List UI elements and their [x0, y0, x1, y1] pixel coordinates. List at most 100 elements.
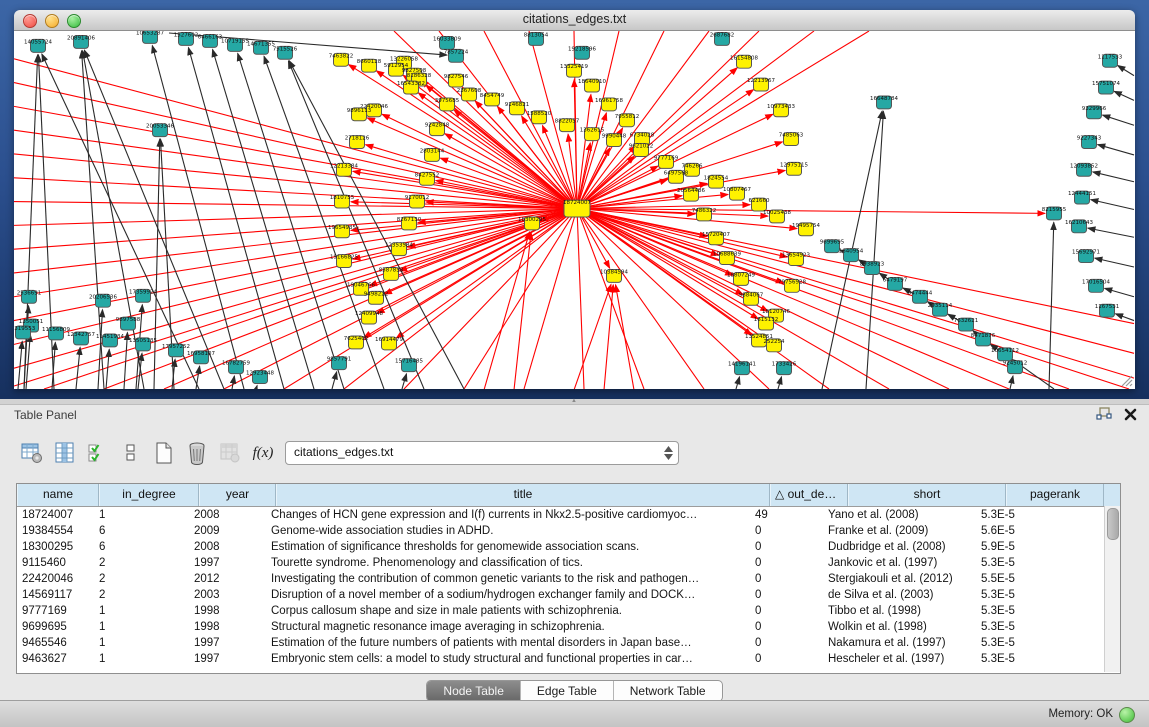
- network-view[interactable]: 1872400714055724208914061065328715276026…: [14, 31, 1135, 389]
- table-row[interactable]: 946554611997Estimation of the future num…: [17, 635, 1120, 651]
- table-row[interactable]: 911546021997Tourette syndrome. Phenomeno…: [17, 555, 1120, 571]
- graph-edge[interactable]: [1088, 228, 1134, 237]
- graph-node-label: 1810755: [330, 195, 354, 201]
- graph-edge[interactable]: [14, 59, 577, 209]
- graph-edge[interactable]: [577, 209, 1069, 389]
- graph-node-label: 2935114: [928, 303, 953, 309]
- graph-edge[interactable]: [14, 130, 577, 208]
- table-cell: 5.3E-5: [976, 635, 1069, 651]
- graph-edge[interactable]: [1093, 172, 1134, 182]
- table-row[interactable]: 1830029562008Estimation of significance …: [17, 539, 1120, 555]
- vertical-scrollbar[interactable]: [1104, 506, 1120, 672]
- close-panel-icon[interactable]: [1124, 408, 1137, 421]
- table-cell: 1997: [189, 651, 261, 667]
- graph-edge[interactable]: [238, 53, 344, 389]
- table-cell: 2008: [189, 539, 261, 555]
- graph-edge[interactable]: [866, 111, 883, 389]
- column-header[interactable]: pagerank: [1006, 484, 1104, 506]
- graph-node-label: 10973433: [767, 104, 795, 110]
- graph-edge[interactable]: [1118, 65, 1134, 75]
- graph-node-label: 8454749: [480, 93, 505, 99]
- graph-edge[interactable]: [154, 139, 160, 389]
- graph-edge[interactable]: [1010, 376, 1013, 389]
- graph-node-label: 18640910: [578, 79, 606, 85]
- graph-edge[interactable]: [1114, 91, 1134, 100]
- table-cell: 9115460: [17, 555, 94, 571]
- table-row[interactable]: 1872400712008Changes of HCN gene express…: [17, 507, 1120, 523]
- table-row[interactable]: 1456911722003Disruption of a novel membe…: [17, 587, 1120, 603]
- graph-node-label: 17016504: [1082, 279, 1110, 285]
- table-cell: Yano et al. (2008): [823, 507, 976, 523]
- tab-edge-table[interactable]: Edge Table: [521, 681, 614, 701]
- tab-network-table[interactable]: Network Table: [614, 681, 722, 701]
- graph-edge[interactable]: [256, 386, 257, 389]
- graph-edge[interactable]: [736, 377, 740, 389]
- table-select-dropdown[interactable]: citations_edges.txt: [285, 441, 679, 465]
- graph-edge[interactable]: [577, 209, 584, 389]
- graph-node-label: 9897588: [116, 317, 141, 323]
- delete-table-icon[interactable]: [218, 441, 242, 465]
- graph-edge[interactable]: [14, 154, 577, 209]
- column-header[interactable]: △ out_de…: [770, 484, 848, 506]
- dropdown-spinner-icon[interactable]: [662, 444, 674, 461]
- graph-edge[interactable]: [577, 209, 1129, 389]
- graph-edge[interactable]: [616, 285, 634, 389]
- graph-edge[interactable]: [1105, 288, 1134, 296]
- table-cell: 18724007: [17, 507, 94, 523]
- table-cell: Structural magnetic resonance image aver…: [261, 619, 750, 635]
- table-cell: 1998: [189, 603, 261, 619]
- memory-indicator-icon: [1119, 707, 1135, 723]
- graph-edge[interactable]: [1115, 314, 1134, 321]
- graph-edge[interactable]: [396, 209, 577, 339]
- column-header[interactable]: name: [17, 484, 99, 506]
- table-cell: 22420046: [17, 571, 94, 587]
- graph-node-label: 9827546: [444, 74, 469, 80]
- new-column-icon[interactable]: [152, 441, 176, 465]
- table-row[interactable]: 1938455462009Genome-wide association stu…: [17, 523, 1120, 539]
- function-builder-icon[interactable]: f(x): [251, 441, 275, 465]
- resize-grip-icon[interactable]: [1119, 373, 1133, 387]
- table-row[interactable]: 2242004622012Investigating the contribut…: [17, 571, 1120, 587]
- float-panel-icon[interactable]: [1096, 407, 1112, 421]
- graph-edge[interactable]: [152, 46, 244, 389]
- graph-node-label: 79756928: [778, 279, 806, 285]
- table-mode-icon[interactable]: [20, 441, 44, 465]
- graph-edge[interactable]: [778, 377, 782, 389]
- graph-edge[interactable]: [106, 349, 109, 389]
- graph-edge[interactable]: [1098, 145, 1134, 155]
- table-cell: 2003: [189, 587, 261, 603]
- tab-node-table[interactable]: Node Table: [427, 681, 521, 701]
- scrollbar-thumb[interactable]: [1107, 508, 1119, 540]
- graph-edge[interactable]: [18, 341, 22, 389]
- table-row[interactable]: 977716911998Corpus callosum shape and si…: [17, 603, 1120, 619]
- network-desktop: citations_edges.txt 18724007140557242089…: [0, 0, 1149, 399]
- column-header[interactable]: title: [276, 484, 770, 506]
- graph-node-label: 1615132: [754, 317, 778, 323]
- graph-node-label: 9170012: [405, 195, 429, 201]
- graph-edge[interactable]: [1095, 258, 1134, 267]
- table-cell: 18300295: [17, 539, 94, 555]
- table-cell: Jankovic et al. (1997): [823, 555, 976, 571]
- table-row[interactable]: 946362711997Embryonic stem cells: a mode…: [17, 651, 1120, 667]
- table-cell: 1: [94, 507, 189, 523]
- row-height-icon[interactable]: [119, 441, 143, 465]
- column-header[interactable]: year: [199, 484, 276, 506]
- graph-edge[interactable]: [332, 372, 337, 389]
- graph-edge[interactable]: [1091, 200, 1134, 210]
- table-row[interactable]: 969969511998Structural magnetic resonanc…: [17, 619, 1120, 635]
- table-cell: 5.3E-5: [976, 651, 1069, 667]
- network-window-titlebar[interactable]: citations_edges.txt: [14, 10, 1135, 31]
- show-columns-icon[interactable]: [53, 441, 77, 465]
- graph-edge[interactable]: [577, 31, 709, 209]
- column-header[interactable]: short: [848, 484, 1006, 506]
- column-header[interactable]: in_degree: [99, 484, 199, 506]
- graph-edge[interactable]: [577, 209, 949, 389]
- delete-column-icon[interactable]: [185, 441, 209, 465]
- column-checklist-icon[interactable]: [86, 441, 110, 465]
- graph-node-label: 15751074: [1092, 81, 1120, 87]
- graph-node-label: 746266: [682, 163, 703, 169]
- graph-edge[interactable]: [232, 376, 234, 389]
- graph-node-label: 9329966: [1082, 106, 1107, 112]
- graph-edge[interactable]: [1103, 115, 1134, 125]
- graph-edge[interactable]: [76, 347, 80, 389]
